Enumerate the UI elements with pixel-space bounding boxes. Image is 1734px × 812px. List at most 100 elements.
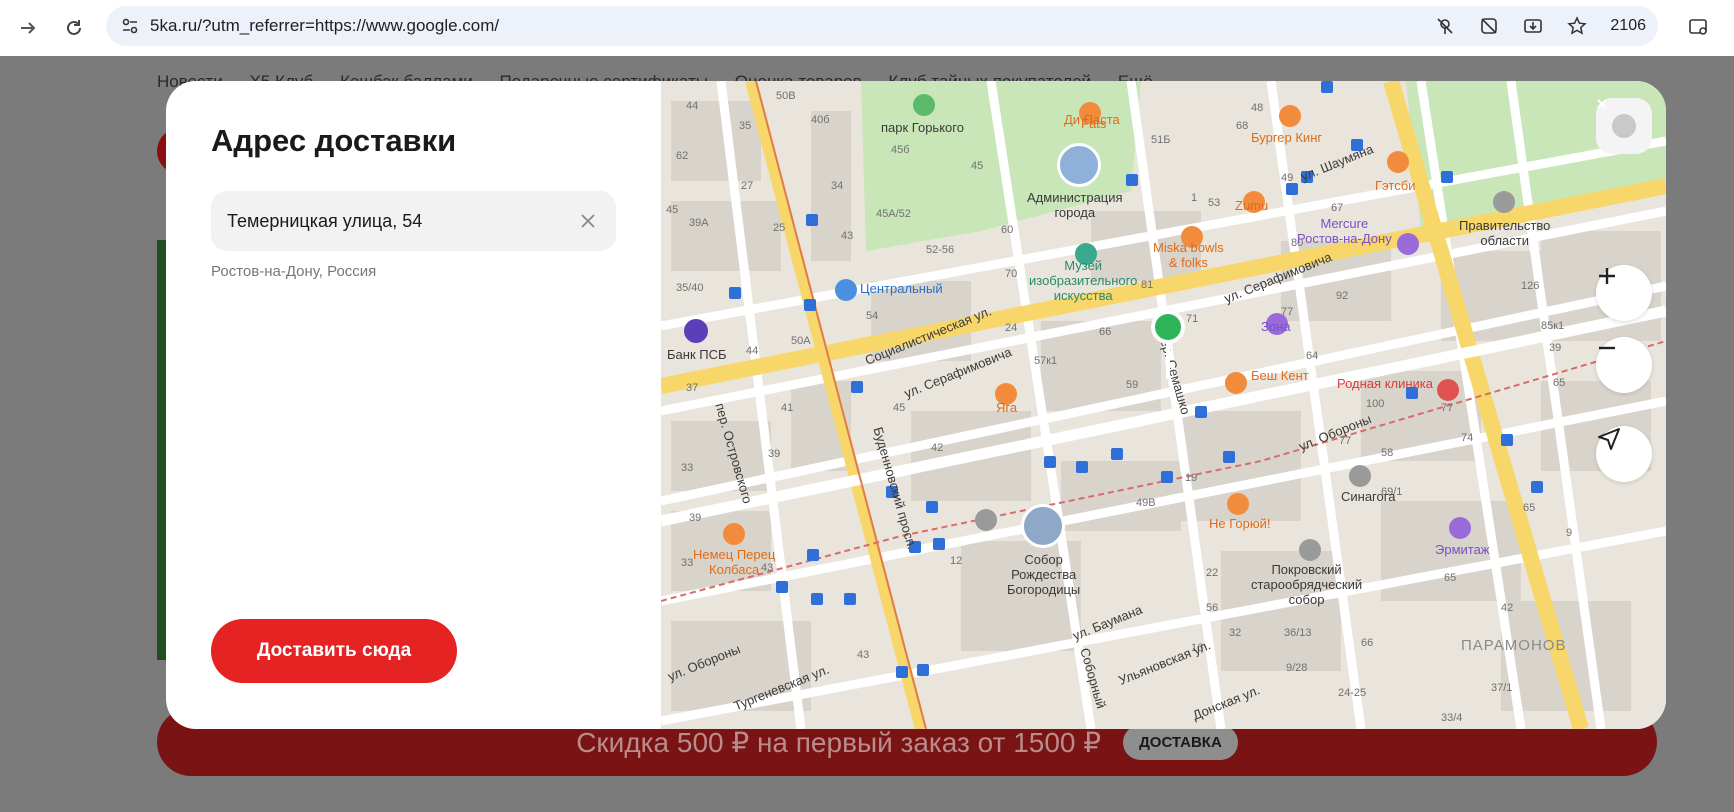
tab-search-icon[interactable] xyxy=(1688,16,1712,40)
restaurant-icon[interactable] xyxy=(1227,493,1249,515)
browser-toolbar: 5ka.ru/?utm_referrer=https://www.google.… xyxy=(0,0,1734,56)
map-label: Яга xyxy=(996,400,1018,415)
location-pin[interactable] xyxy=(1148,309,1188,385)
map-label: Синагога xyxy=(1341,489,1396,504)
svg-text:44: 44 xyxy=(686,100,698,112)
address-input[interactable]: Темерницкая улица, 54 xyxy=(211,191,616,251)
flag-icon[interactable] xyxy=(1493,191,1515,213)
park-icon[interactable] xyxy=(913,94,935,116)
svg-text:39: 39 xyxy=(768,448,780,460)
svg-text:65: 65 xyxy=(1523,502,1535,514)
map[interactable]: 44 50В 40б 35 62 45б 45 27 34 45 45А/52 39А 25 43… xyxy=(661,81,1666,729)
svg-text:64: 64 xyxy=(1306,350,1318,362)
url-text[interactable]: 5ka.ru/?utm_referrer=https://www.google.… xyxy=(150,16,499,36)
svg-text:1: 1 xyxy=(1191,192,1197,204)
svg-text:67: 67 xyxy=(1331,202,1343,214)
svg-text:49: 49 xyxy=(1281,172,1293,184)
svg-text:33: 33 xyxy=(681,462,693,474)
svg-text:68: 68 xyxy=(1236,120,1248,132)
svg-text:35: 35 xyxy=(739,120,751,132)
theatre-icon[interactable] xyxy=(1449,517,1471,539)
clear-icon[interactable] xyxy=(576,209,600,233)
svg-text:54: 54 xyxy=(866,310,878,322)
modal-title: Адрес доставки xyxy=(211,123,457,158)
promo-chip[interactable]: ДОСТАВКА xyxy=(1123,724,1238,760)
svg-text:43: 43 xyxy=(857,649,869,661)
svg-text:51Б: 51Б xyxy=(1151,134,1170,146)
svg-text:126: 126 xyxy=(1521,280,1539,292)
minus-icon xyxy=(1599,346,1615,350)
svg-text:49В: 49В xyxy=(1136,497,1156,509)
map-label: Правительство области xyxy=(1459,218,1551,248)
svg-text:52-56: 52-56 xyxy=(926,244,954,256)
restaurant-icon[interactable] xyxy=(1279,105,1301,127)
translate-icon[interactable] xyxy=(1478,15,1500,37)
svg-text:53: 53 xyxy=(1208,197,1220,209)
bank-icon[interactable] xyxy=(684,319,708,343)
svg-text:45б: 45б xyxy=(891,144,910,156)
zoom-in-button[interactable] xyxy=(1596,265,1652,321)
church-icon[interactable] xyxy=(1299,539,1321,561)
svg-text:9/28: 9/28 xyxy=(1286,662,1307,674)
svg-text:43: 43 xyxy=(841,230,853,242)
map-label: Бургер Кинг xyxy=(1251,130,1323,145)
svg-text:45: 45 xyxy=(666,204,678,216)
address-bar[interactable]: 5ka.ru/?utm_referrer=https://www.google.… xyxy=(106,6,1658,46)
svg-text:92: 92 xyxy=(1336,290,1348,302)
map-label: Не Горюй! xyxy=(1209,516,1271,531)
zoom-out-button[interactable] xyxy=(1596,337,1652,393)
map-label: Администрация города xyxy=(1027,190,1123,220)
svg-text:66: 66 xyxy=(1361,637,1373,649)
clinic-icon[interactable] xyxy=(1437,379,1459,401)
bookmark-star-icon[interactable] xyxy=(1566,15,1588,37)
map-label: Zumu xyxy=(1235,198,1269,213)
church-icon[interactable] xyxy=(975,509,997,531)
svg-text:74: 74 xyxy=(1461,432,1473,444)
install-app-icon[interactable] xyxy=(1522,15,1544,37)
synagogue-icon[interactable] xyxy=(1349,465,1371,487)
address-panel: Адрес доставки Темерницкая улица, 54 Рос… xyxy=(166,81,661,729)
map-label: Собор Рождества Богородицы xyxy=(1007,552,1081,597)
svg-text:45А/52: 45А/52 xyxy=(876,208,911,220)
restaurant-icon[interactable] xyxy=(1225,372,1247,394)
landmark-photo-icon[interactable] xyxy=(1021,504,1065,548)
map-label: парк Горького xyxy=(881,120,964,135)
svg-text:39: 39 xyxy=(1549,342,1561,354)
forward-icon[interactable] xyxy=(12,12,44,44)
deliver-here-button[interactable]: Доставить сюда xyxy=(211,619,457,683)
landmark-photo-icon[interactable] xyxy=(1057,143,1101,187)
svg-text:19: 19 xyxy=(1185,472,1197,484)
svg-text:42: 42 xyxy=(1501,602,1513,614)
bookmark-count: 2106 xyxy=(1610,17,1646,34)
svg-text:56: 56 xyxy=(1206,602,1218,614)
map-label: Mercure Ростов-на-Дону xyxy=(1297,216,1392,246)
restaurant-icon[interactable] xyxy=(723,523,745,545)
svg-text:37: 37 xyxy=(686,382,698,394)
svg-text:85к1: 85к1 xyxy=(1541,320,1564,332)
svg-text:24-25: 24-25 xyxy=(1338,687,1366,699)
svg-text:33: 33 xyxy=(681,557,693,569)
tracking-off-icon[interactable] xyxy=(1434,15,1456,37)
map-label: Родная клиника xyxy=(1337,376,1434,391)
close-modal-button[interactable] xyxy=(1596,98,1652,154)
svg-text:32: 32 xyxy=(1229,627,1241,639)
svg-text:77: 77 xyxy=(1441,402,1453,414)
restaurant-icon[interactable] xyxy=(1387,151,1409,173)
svg-text:65: 65 xyxy=(1553,377,1565,389)
map-label: Ди Паста xyxy=(1064,112,1120,127)
svg-text:27: 27 xyxy=(741,180,753,192)
map-label: ПАРАМОНОВ xyxy=(1461,637,1567,654)
shopping-icon[interactable] xyxy=(835,279,857,301)
plus-icon xyxy=(1599,268,1615,284)
map-base: 44 50В 40б 35 62 45б 45 27 34 45 45А/52 39А 25 43… xyxy=(661,81,1666,729)
hotel-icon[interactable] xyxy=(1397,233,1419,255)
address-value[interactable]: Темерницкая улица, 54 xyxy=(227,211,422,232)
locate-me-button[interactable] xyxy=(1596,426,1652,482)
svg-text:42: 42 xyxy=(931,442,943,454)
svg-text:41: 41 xyxy=(781,402,793,414)
reload-icon[interactable] xyxy=(58,12,90,44)
promo-text: Скидка 500 ₽ на первый заказ от 1500 ₽ xyxy=(576,726,1102,758)
site-settings-icon[interactable] xyxy=(118,14,142,38)
map-label: Гэтсби xyxy=(1375,178,1416,193)
svg-text:45: 45 xyxy=(893,402,905,414)
